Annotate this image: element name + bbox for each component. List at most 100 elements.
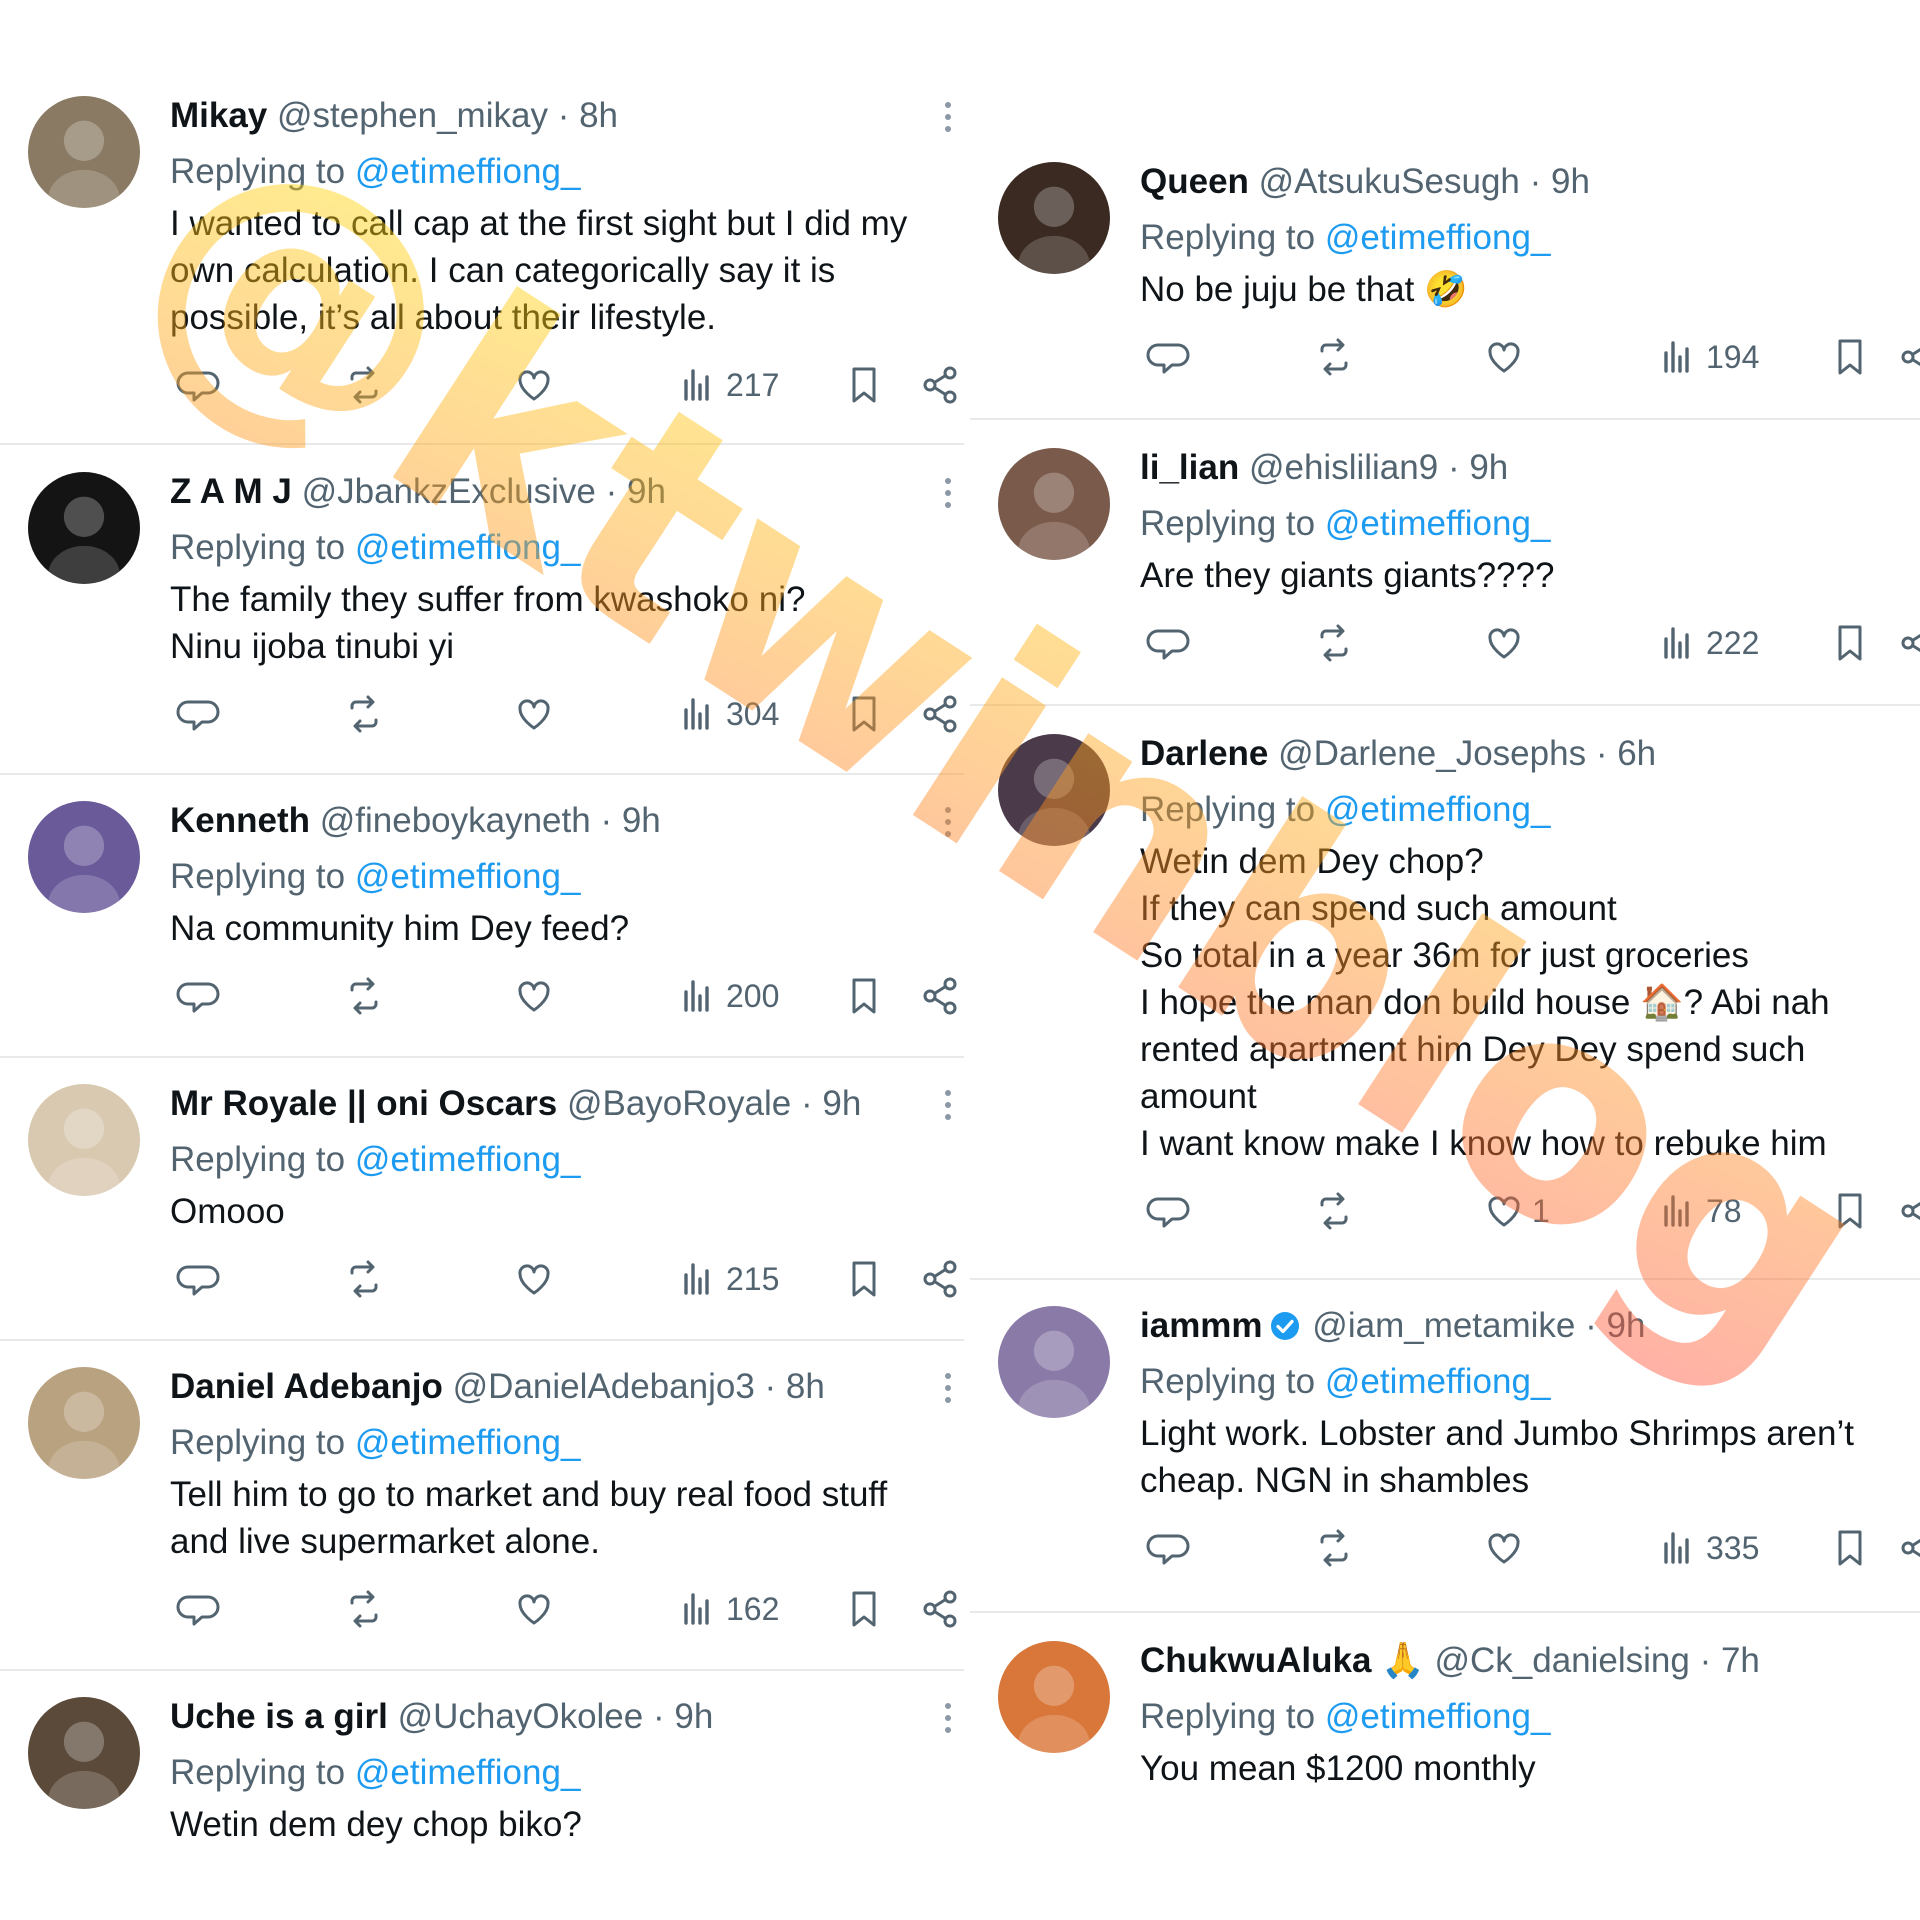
mention-link[interactable]: @etimeffiong_ (1325, 1362, 1551, 1401)
display-name[interactable]: Mr Royale || oni Oscars (170, 1084, 557, 1123)
display-name[interactable]: ChukwuAluka 🙏 (1140, 1641, 1425, 1680)
views-button[interactable]: 194 (1650, 335, 1759, 379)
display-name[interactable]: Mikay (170, 96, 267, 135)
like-button[interactable] (506, 974, 562, 1018)
like-button[interactable] (506, 363, 562, 407)
retweet-button[interactable] (1306, 1189, 1356, 1233)
timestamp[interactable]: 9h (1469, 448, 1508, 487)
timestamp[interactable]: 9h (627, 472, 666, 511)
display-name[interactable]: Z A M J (170, 472, 292, 511)
mention-link[interactable]: @etimeffiong_ (355, 857, 581, 896)
user-handle[interactable]: @stephen_mikay (277, 96, 548, 135)
avatar[interactable] (998, 1306, 1110, 1418)
like-button[interactable]: 1 (1476, 1189, 1550, 1233)
user-handle[interactable]: @BayoRoyale (567, 1084, 791, 1123)
share-button[interactable] (912, 363, 962, 407)
bookmark-button[interactable] (1822, 335, 1872, 379)
reply-button[interactable] (170, 363, 220, 407)
mention-link[interactable]: @etimeffiong_ (1325, 218, 1551, 257)
retweet-button[interactable] (1306, 621, 1356, 665)
bookmark-button[interactable] (836, 974, 886, 1018)
share-button[interactable] (1890, 1526, 1920, 1570)
avatar[interactable] (28, 801, 140, 913)
reply-button[interactable] (170, 1257, 220, 1301)
mention-link[interactable]: @etimeffiong_ (1325, 504, 1551, 543)
timestamp[interactable]: 9h (822, 1084, 861, 1123)
bookmark-button[interactable] (1822, 1189, 1872, 1233)
like-button[interactable] (506, 1257, 562, 1301)
share-button[interactable] (912, 1587, 962, 1631)
share-button[interactable] (1890, 621, 1920, 665)
views-button[interactable]: 78 (1650, 1189, 1742, 1233)
retweet-button[interactable] (336, 1587, 386, 1631)
mention-link[interactable]: @etimeffiong_ (1325, 790, 1551, 829)
views-button[interactable]: 335 (1650, 1526, 1759, 1570)
timestamp[interactable]: 7h (1721, 1641, 1760, 1680)
timestamp[interactable]: 9h (1551, 162, 1590, 201)
user-handle[interactable]: @iam_metamike (1312, 1306, 1575, 1345)
timestamp[interactable]: 9h (1607, 1306, 1646, 1345)
display-name[interactable]: Uche is a girl (170, 1697, 388, 1736)
timestamp[interactable]: 9h (622, 801, 661, 840)
avatar[interactable] (998, 1641, 1110, 1753)
like-button[interactable] (1476, 621, 1532, 665)
reply-button[interactable] (170, 692, 220, 736)
display-name[interactable]: iammm (1140, 1306, 1263, 1345)
retweet-button[interactable] (1306, 335, 1356, 379)
bookmark-button[interactable] (836, 1257, 886, 1301)
reply-button[interactable] (1140, 1526, 1190, 1570)
retweet-button[interactable] (336, 363, 386, 407)
display-name[interactable]: Kenneth (170, 801, 310, 840)
avatar[interactable] (28, 1697, 140, 1809)
like-button[interactable] (506, 692, 562, 736)
user-handle[interactable]: @fineboykayneth (320, 801, 591, 840)
more-options-icon[interactable] (942, 1086, 954, 1126)
mention-link[interactable]: @etimeffiong_ (355, 152, 581, 191)
reply-button[interactable] (170, 1587, 220, 1631)
views-button[interactable]: 200 (670, 974, 779, 1018)
reply-button[interactable] (1140, 1189, 1190, 1233)
share-button[interactable] (1890, 335, 1920, 379)
timestamp[interactable]: 6h (1617, 734, 1656, 773)
share-button[interactable] (912, 974, 962, 1018)
more-options-icon[interactable] (942, 803, 954, 843)
retweet-button[interactable] (1306, 1526, 1356, 1570)
share-button[interactable] (912, 692, 962, 736)
share-button[interactable] (1890, 1189, 1920, 1233)
reply-button[interactable] (1140, 335, 1190, 379)
timestamp[interactable]: 8h (579, 96, 618, 135)
like-button[interactable] (1476, 335, 1532, 379)
avatar[interactable] (28, 472, 140, 584)
more-options-icon[interactable] (942, 474, 954, 514)
avatar[interactable] (998, 734, 1110, 846)
user-handle[interactable]: @DanielAdebanjo3 (453, 1367, 755, 1406)
user-handle[interactable]: @Darlene_Josephs (1278, 734, 1586, 773)
display-name[interactable]: Queen (1140, 162, 1249, 201)
views-button[interactable]: 222 (1650, 621, 1759, 665)
reply-button[interactable] (1140, 621, 1190, 665)
more-options-icon[interactable] (942, 98, 954, 138)
avatar[interactable] (998, 448, 1110, 560)
retweet-button[interactable] (336, 974, 386, 1018)
more-options-icon[interactable] (942, 1699, 954, 1739)
more-options-icon[interactable] (942, 1369, 954, 1409)
display-name[interactable]: Darlene (1140, 734, 1268, 773)
like-button[interactable] (506, 1587, 562, 1631)
bookmark-button[interactable] (836, 692, 886, 736)
display-name[interactable]: li_lian (1140, 448, 1239, 487)
mention-link[interactable]: @etimeffiong_ (355, 1140, 581, 1179)
bookmark-button[interactable] (836, 1587, 886, 1631)
mention-link[interactable]: @etimeffiong_ (355, 1423, 581, 1462)
user-handle[interactable]: @AtsukuSesugh (1259, 162, 1520, 201)
bookmark-button[interactable] (1822, 621, 1872, 665)
views-button[interactable]: 162 (670, 1587, 779, 1631)
share-button[interactable] (912, 1257, 962, 1301)
user-handle[interactable]: @Ck_danielsing (1434, 1641, 1689, 1680)
bookmark-button[interactable] (1822, 1526, 1872, 1570)
retweet-button[interactable] (336, 1257, 386, 1301)
user-handle[interactable]: @UchayOkolee (398, 1697, 644, 1736)
bookmark-button[interactable] (836, 363, 886, 407)
mention-link[interactable]: @etimeffiong_ (355, 1753, 581, 1792)
like-button[interactable] (1476, 1526, 1532, 1570)
avatar[interactable] (28, 96, 140, 208)
